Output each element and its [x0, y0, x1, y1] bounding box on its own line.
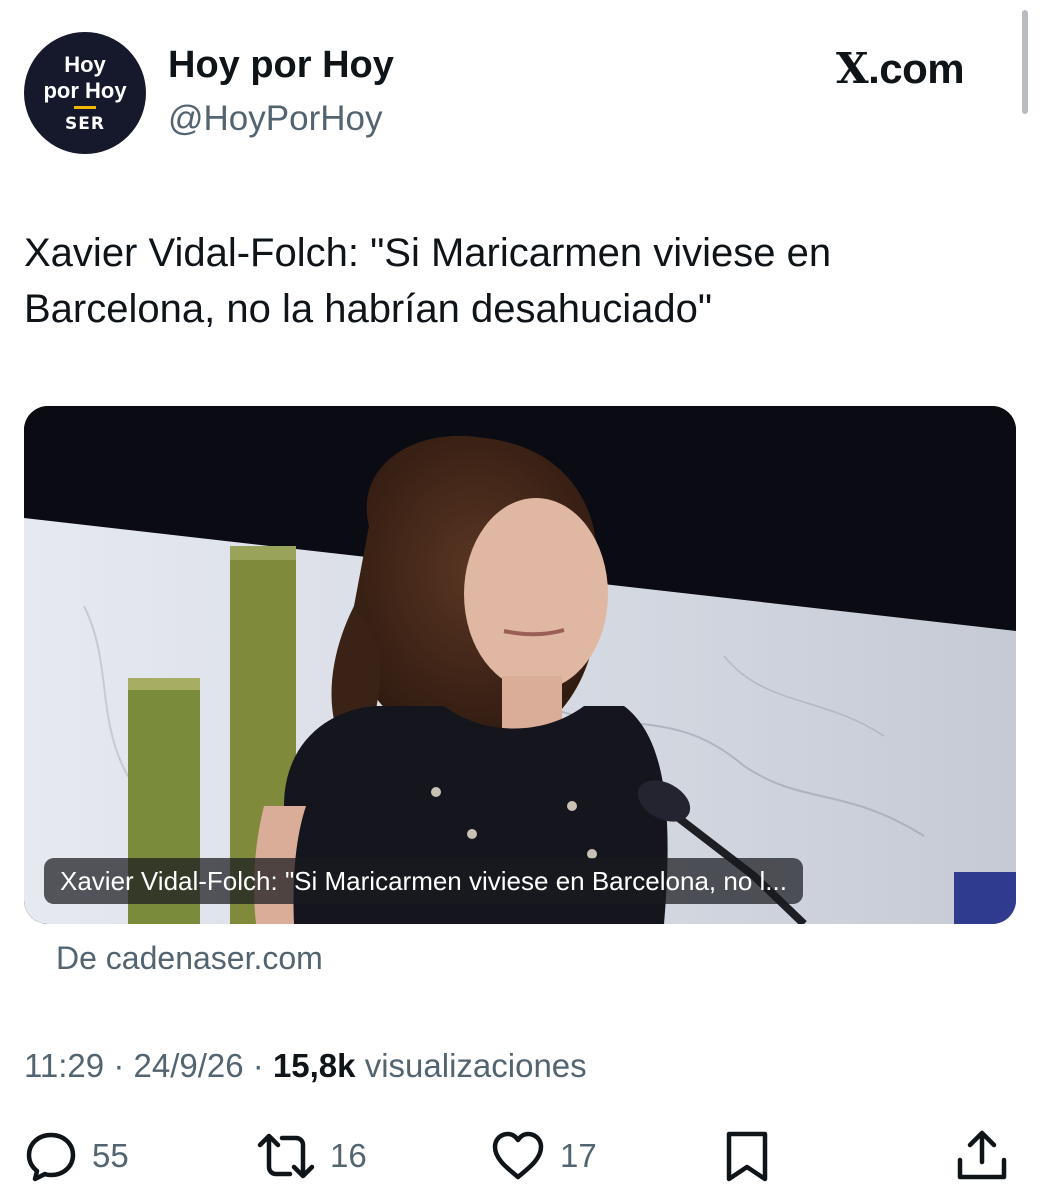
share-icon [957, 1130, 1007, 1180]
like-button[interactable]: 17 [490, 1126, 597, 1186]
site-logo: X.com [836, 44, 965, 93]
share-button[interactable] [954, 1126, 1010, 1186]
author-display-name[interactable]: Hoy por Hoy [168, 44, 394, 87]
scrollbar[interactable] [1022, 10, 1028, 114]
avatar-accent-bar [74, 106, 96, 109]
avatar-text-line1: Hoy [64, 52, 106, 77]
action-bar: 55 16 17 [0, 1126, 1040, 1186]
heart-icon [492, 1131, 544, 1180]
card-source[interactable]: De cadenaser.com [56, 940, 323, 977]
avatar-text-line2: por Hoy [43, 78, 127, 103]
reply-button[interactable]: 55 [24, 1126, 129, 1186]
reply-icon [26, 1132, 76, 1182]
tweet-meta: 11:29 · 24/9/26 · 15,8k visualizaciones [24, 1047, 587, 1085]
card-caption: Xavier Vidal-Folch: "Si Maricarmen vivie… [44, 858, 803, 904]
link-card[interactable]: Xavier Vidal-Folch: "Si Maricarmen vivie… [24, 406, 1016, 924]
repost-icon [257, 1133, 315, 1179]
author-handle[interactable]: @HoyPorHoy [168, 99, 382, 139]
views-label: visualizaciones [364, 1047, 587, 1084]
author-avatar[interactable]: Hoy por Hoy SER [24, 32, 146, 154]
reply-count: 55 [92, 1137, 129, 1174]
card-image [24, 406, 1016, 924]
bookmark-icon [726, 1131, 768, 1182]
repost-count: 16 [330, 1137, 367, 1174]
like-count: 17 [560, 1137, 597, 1174]
tweet-date[interactable]: 24/9/26 [133, 1047, 243, 1084]
views-count: 15,8k [272, 1047, 356, 1084]
tweet-time[interactable]: 11:29 [24, 1047, 104, 1084]
repost-button[interactable]: 16 [256, 1126, 367, 1186]
meta-separator: · [113, 1047, 134, 1084]
tweet-text: Xavier Vidal-Folch: "Si Maricarmen vivie… [24, 231, 832, 331]
meta-separator: · [252, 1047, 273, 1084]
bookmark-button[interactable] [722, 1126, 772, 1186]
avatar-brand: SER [65, 114, 105, 134]
